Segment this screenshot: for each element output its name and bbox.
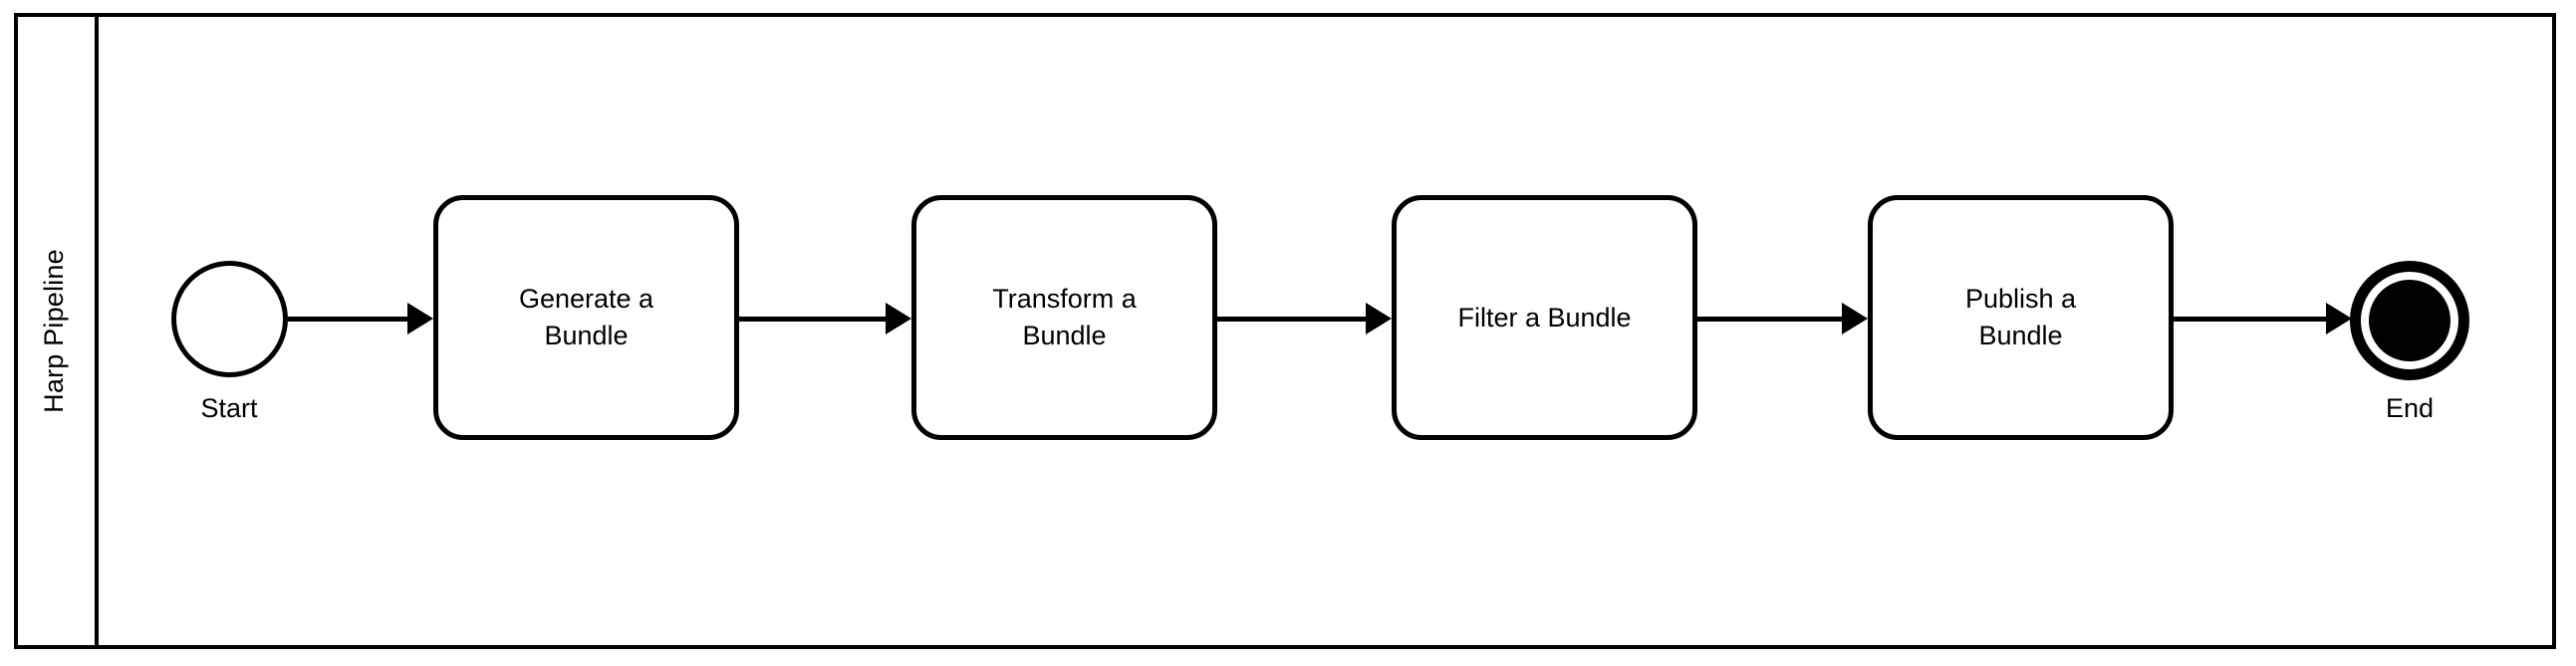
arrowhead-icon-4	[1842, 303, 1868, 334]
task-publish-a-bundle-label: Publish a Bundle	[1965, 281, 2076, 354]
task-transform-a-bundle-label: Transform a Bundle	[992, 281, 1137, 354]
task-label-line-1: Publish a	[1964, 284, 2077, 314]
task-publish-a-bundle[interactable]: Publish a Bundle	[1868, 195, 2174, 440]
pool-container	[14, 13, 2556, 649]
diagram-canvas: Harp Pipeline Start Generate a Bundle Tr…	[0, 0, 2576, 666]
task-transform-a-bundle[interactable]: Transform a Bundle	[911, 195, 1217, 440]
arrowhead-icon-5	[2326, 303, 2352, 334]
task-generate-a-bundle[interactable]: Generate a Bundle	[433, 195, 739, 440]
sequence-flow-3	[1217, 317, 1366, 322]
start-event-label: Start	[200, 393, 258, 423]
sequence-flow-5	[2174, 317, 2326, 322]
task-label-line-2: Bundle	[1022, 321, 1107, 350]
arrowhead-icon-3	[1366, 303, 1392, 334]
task-generate-a-bundle-label: Generate a Bundle	[519, 281, 653, 354]
end-event-circle[interactable]	[2350, 261, 2469, 380]
task-filter-a-bundle[interactable]: Filter a Bundle	[1392, 195, 1697, 440]
lane-title: Harp Pipeline	[39, 249, 70, 413]
task-label-line-1: Transform a	[992, 284, 1137, 314]
end-event-label: End	[2385, 393, 2435, 423]
task-label-line-2: Bundle	[1978, 321, 2063, 350]
sequence-flow-2	[739, 317, 886, 322]
task-filter-a-bundle-label: Filter a Bundle	[1457, 300, 1631, 336]
task-label-line-2: Bundle	[544, 321, 629, 350]
lane-header: Harp Pipeline	[14, 13, 99, 649]
start-event-circle[interactable]	[171, 261, 288, 377]
task-label-line-1: Filter a Bundle	[1457, 302, 1632, 333]
arrowhead-icon-2	[886, 303, 911, 334]
sequence-flow-1	[288, 317, 407, 322]
arrowhead-icon-1	[407, 303, 433, 334]
task-label-line-1: Generate a	[518, 284, 654, 314]
end-event-inner-disc	[2369, 280, 2450, 361]
sequence-flow-4	[1697, 317, 1842, 322]
